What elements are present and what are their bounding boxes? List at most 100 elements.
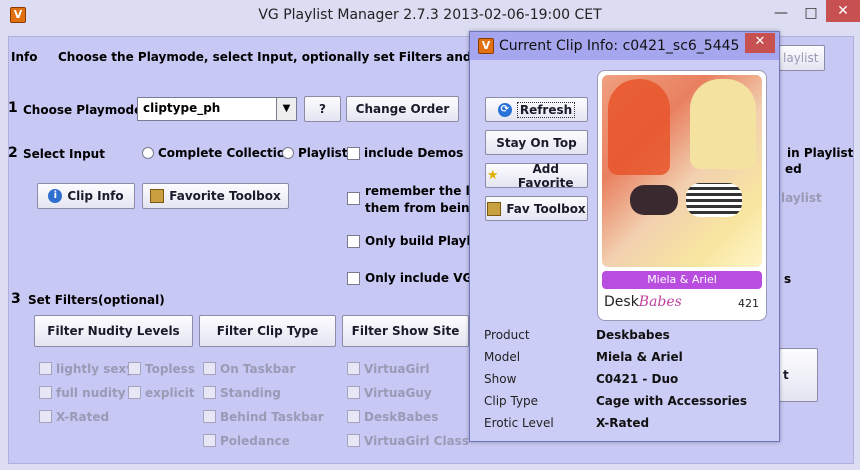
nudity-x-rated-checkbox[interactable] bbox=[39, 410, 52, 423]
info-val-show: C0421 - Duo bbox=[596, 372, 679, 386]
nudity-explicit-checkbox[interactable] bbox=[128, 386, 141, 399]
model-top-right bbox=[686, 183, 742, 217]
cliptype-behind-taskbar-checkbox[interactable] bbox=[203, 410, 216, 423]
site-virtuaguy-checkbox[interactable] bbox=[347, 386, 360, 399]
maximize-button[interactable]: □ bbox=[797, 0, 825, 26]
site-deskbabes-label: DeskBabes bbox=[364, 410, 439, 424]
only-include-checkbox[interactable] bbox=[347, 272, 360, 285]
playlist-radio[interactable] bbox=[282, 147, 294, 159]
info-key-show: Show bbox=[484, 372, 517, 386]
dialog-title: Current Clip Info: c0421_sc6_544501... bbox=[499, 38, 739, 54]
cliptype-poledance-label: Poledance bbox=[220, 434, 290, 448]
info-key-model: Model bbox=[484, 350, 521, 364]
complete-collection-radio[interactable] bbox=[142, 147, 154, 159]
remember-label-line2: them from being p bbox=[365, 201, 469, 215]
site-virtuagirl-classics-label: VirtuaGirl Classics bbox=[364, 434, 470, 448]
toolbox-icon bbox=[487, 201, 502, 216]
info-icon: i bbox=[48, 189, 63, 203]
dialog-app-icon: V bbox=[478, 38, 494, 54]
clip-info-dialog: V Current Clip Info: c0421_sc6_544501...… bbox=[469, 31, 780, 442]
help-button[interactable]: ? bbox=[304, 96, 341, 122]
nudity-topless-label: Topless bbox=[145, 362, 195, 376]
info-val-product: Deskbabes bbox=[596, 328, 670, 342]
playlist-radio-label: Playlist bbox=[298, 146, 348, 160]
stay-on-top-button[interactable]: Stay On Top bbox=[485, 130, 588, 155]
fav-toolbox-button[interactable]: Fav Toolbox bbox=[485, 196, 588, 221]
step2-label: Select Input bbox=[23, 147, 105, 161]
favorite-toolbox-button[interactable]: Favorite Toolbox bbox=[142, 183, 289, 209]
minimize-button[interactable]: — bbox=[766, 0, 796, 26]
site-deskbabes-checkbox[interactable] bbox=[347, 410, 360, 423]
filter-clip-type-button[interactable]: Filter Clip Type bbox=[199, 315, 336, 347]
info-key-clip-type: Clip Type bbox=[484, 394, 539, 408]
only-build-label: Only build Playlist( bbox=[365, 234, 469, 248]
refresh-label: Refresh bbox=[516, 101, 576, 118]
right-ed-label: ed bbox=[785, 162, 802, 176]
dialog-close-button[interactable]: ✕ bbox=[745, 33, 775, 53]
nudity-lightly-sexy-label: lightly sexy bbox=[56, 362, 135, 376]
add-favorite-button[interactable]: ★ Add Favorite bbox=[485, 161, 588, 190]
only-include-label: Only include VG Fa bbox=[365, 271, 469, 285]
info-val-clip-type: Cage with Accessories bbox=[596, 394, 747, 408]
deskbabes-logo: DeskBabes bbox=[604, 294, 682, 310]
add-favorite-label: Add Favorite bbox=[517, 161, 574, 190]
playmode-select-value: cliptype_ph bbox=[143, 101, 221, 115]
window-title: VG Playlist Manager 2.7.3 2013-02-06-19:… bbox=[258, 7, 602, 23]
site-virtuagirl-checkbox[interactable] bbox=[347, 362, 360, 375]
include-demos-label: include Demos bbox=[364, 146, 464, 160]
close-button[interactable]: ✕ bbox=[826, 0, 860, 22]
site-virtuagirl-label: VirtuaGirl bbox=[364, 362, 430, 376]
right-in-playlist-label: in Playlist bbox=[787, 146, 854, 160]
step2-number: 2 bbox=[8, 145, 18, 161]
step1-number: 1 bbox=[8, 100, 18, 116]
cliptype-behind-taskbar-label: Behind Taskbar bbox=[220, 410, 324, 424]
cliptype-poledance-checkbox[interactable] bbox=[203, 434, 216, 447]
step3-number: 3 bbox=[11, 291, 21, 307]
fav-toolbox-label: Fav Toolbox bbox=[506, 201, 586, 216]
playlist-button[interactable]: laylist bbox=[779, 45, 825, 71]
dialog-titlebar[interactable]: V Current Clip Info: c0421_sc6_544501...… bbox=[470, 32, 779, 60]
model-top-left bbox=[630, 185, 678, 215]
site-virtuagirl-classics-checkbox[interactable] bbox=[347, 434, 360, 447]
playmode-select[interactable]: cliptype_ph ▼ bbox=[137, 97, 297, 121]
nudity-full-nudity-label: full nudity bbox=[56, 386, 126, 400]
step3-label: Set Filters(optional) bbox=[28, 293, 165, 307]
remember-checkbox[interactable] bbox=[347, 192, 360, 205]
info-text: Choose the Playmode, select Input, optio… bbox=[58, 50, 470, 64]
cliptype-on-taskbar-checkbox[interactable] bbox=[203, 362, 216, 375]
cliptype-standing-checkbox[interactable] bbox=[203, 386, 216, 399]
right-s-label: s bbox=[784, 272, 792, 286]
refresh-icon: ⟳ bbox=[497, 102, 512, 117]
chevron-down-icon[interactable]: ▼ bbox=[276, 98, 296, 120]
only-build-checkbox[interactable] bbox=[347, 235, 360, 248]
info-label: Info bbox=[11, 50, 38, 64]
logo-babes-text: Babes bbox=[638, 294, 682, 310]
clip-info-label: Clip Info bbox=[67, 189, 124, 203]
clip-info-button[interactable]: i Clip Info bbox=[37, 183, 135, 209]
model-name-banner: Miela & Ariel bbox=[602, 271, 762, 289]
star-plus-icon: ★ bbox=[486, 167, 499, 183]
right-playlist-disabled-label: laylist bbox=[781, 191, 822, 205]
nudity-topless-checkbox[interactable] bbox=[128, 362, 141, 375]
info-val-erotic-level: X-Rated bbox=[596, 416, 650, 430]
model-hair-left bbox=[608, 79, 670, 175]
include-demos-checkbox[interactable] bbox=[347, 147, 360, 160]
info-key-product: Product bbox=[484, 328, 530, 342]
main-titlebar[interactable]: V VG Playlist Manager 2.7.3 2013-02-06-1… bbox=[0, 0, 860, 32]
nudity-lightly-sexy-checkbox[interactable] bbox=[39, 362, 52, 375]
step1-label: Choose Playmode bbox=[23, 103, 143, 117]
site-virtuaguy-label: VirtuaGuy bbox=[364, 386, 432, 400]
info-val-model: Miela & Ariel bbox=[596, 350, 683, 364]
cliptype-on-taskbar-label: On Taskbar bbox=[220, 362, 296, 376]
model-photo bbox=[602, 75, 762, 267]
change-order-button[interactable]: Change Order bbox=[346, 96, 459, 122]
info-key-erotic-level: Erotic Level bbox=[484, 416, 554, 430]
favorite-toolbox-label: Favorite Toolbox bbox=[169, 189, 281, 203]
filter-show-site-button[interactable]: Filter Show Site bbox=[342, 315, 469, 347]
apply-button[interactable]: t bbox=[779, 348, 818, 402]
nudity-full-nudity-checkbox[interactable] bbox=[39, 386, 52, 399]
toolbox-icon bbox=[150, 189, 165, 203]
refresh-button[interactable]: ⟳ Refresh bbox=[485, 97, 588, 122]
model-hair-right bbox=[690, 79, 756, 169]
filter-nudity-button[interactable]: Filter Nudity Levels bbox=[34, 315, 193, 347]
